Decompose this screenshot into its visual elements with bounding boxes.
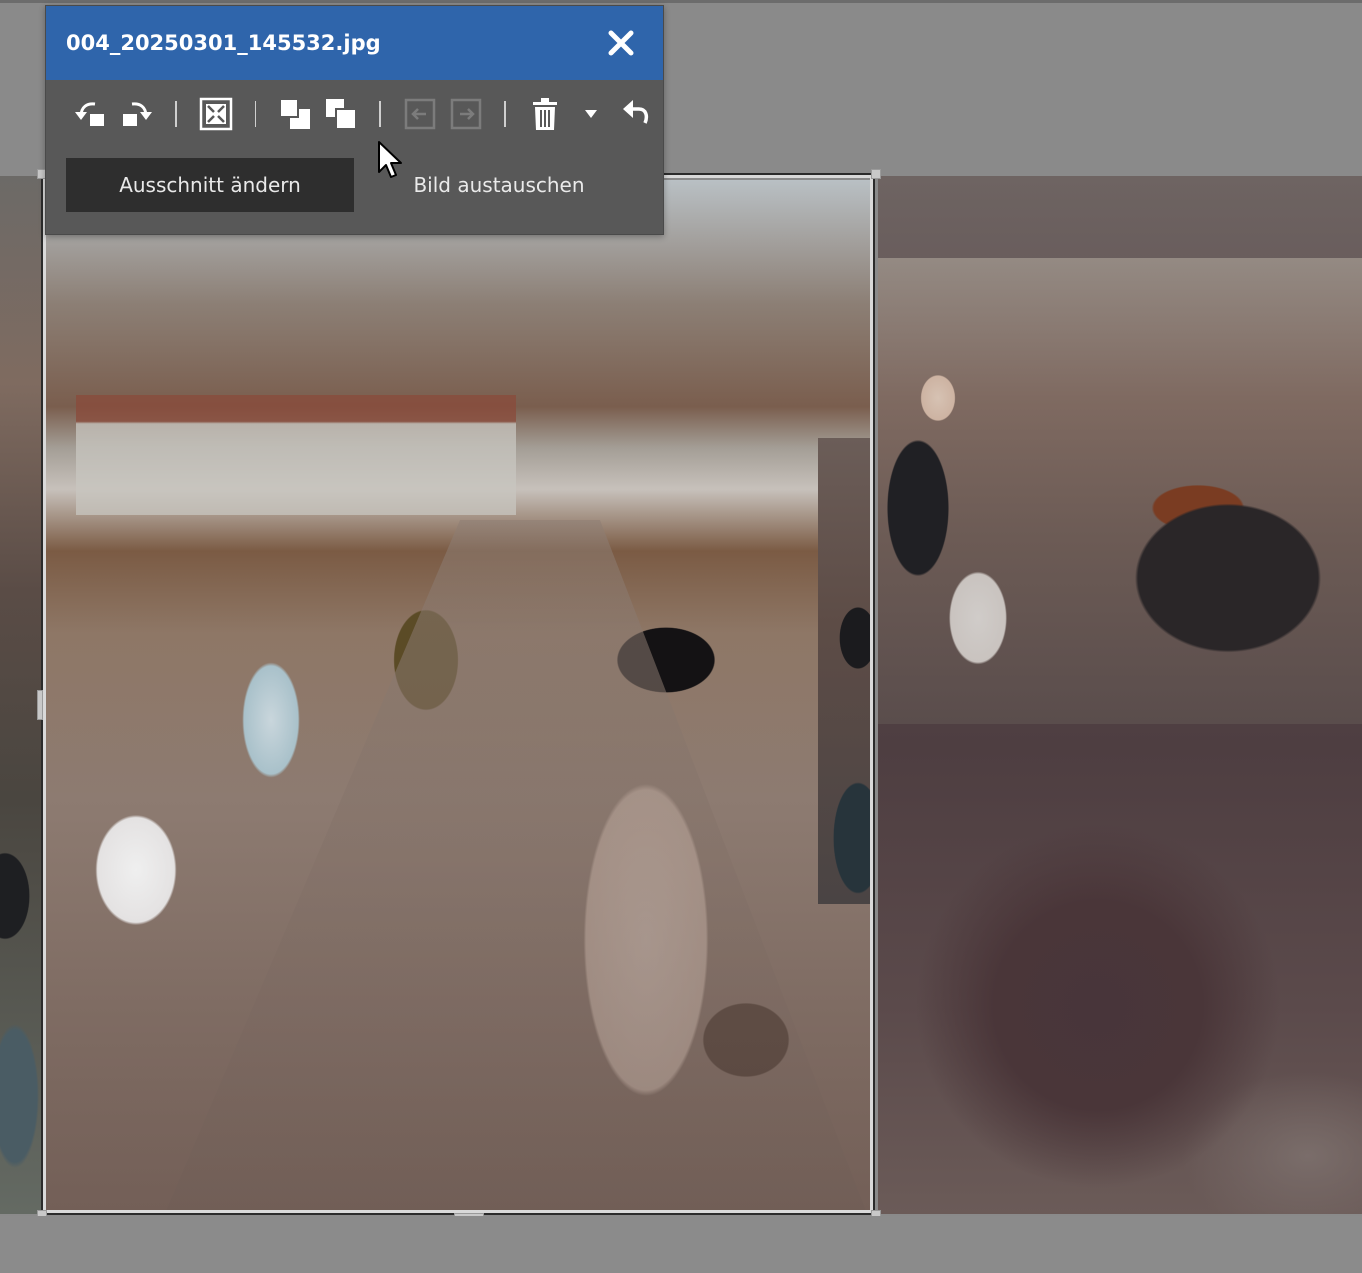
delete-icon[interactable]: [526, 94, 564, 134]
dropdown-arrow-icon[interactable]: [572, 94, 610, 134]
mouse-pointer-icon: [377, 140, 405, 182]
send-backward-icon[interactable]: [322, 94, 360, 134]
violin-photo[interactable]: [878, 258, 1362, 724]
fit-fill-icon[interactable]: [197, 94, 235, 134]
move-left-icon[interactable]: [401, 94, 439, 134]
toolbar-separator: [504, 101, 507, 127]
canvas-bottom: [0, 1216, 1362, 1273]
selection-frame: [41, 173, 875, 1215]
resize-handle-top-right[interactable]: [871, 169, 881, 179]
undo-icon[interactable]: [617, 94, 655, 134]
change-crop-button[interactable]: Ausschnitt ändern: [66, 158, 354, 212]
panel-button-row: Ausschnitt ändern Bild austauschen: [66, 158, 646, 212]
image-filename: 004_20250301_145532.jpg: [66, 31, 381, 55]
rotate-right-icon[interactable]: [118, 94, 156, 134]
image-toolbar: [46, 84, 663, 144]
bring-forward-icon[interactable]: [276, 94, 314, 134]
toolbar-separator: [175, 101, 177, 127]
panel-title-bar: 004_20250301_145532.jpg: [46, 6, 663, 80]
move-right-icon[interactable]: [447, 94, 485, 134]
toolbar-separator: [379, 101, 382, 127]
rotate-left-icon[interactable]: [72, 94, 110, 134]
close-icon[interactable]: [605, 27, 637, 59]
toolbar-separator: [254, 101, 257, 127]
image-options-panel: 004_20250301_145532.jpg Ausschnitt änder…: [45, 5, 664, 235]
top-border: [0, 0, 1362, 3]
resize-handle-left[interactable]: [37, 690, 43, 720]
replace-image-button[interactable]: Bild austauschen: [384, 158, 614, 212]
